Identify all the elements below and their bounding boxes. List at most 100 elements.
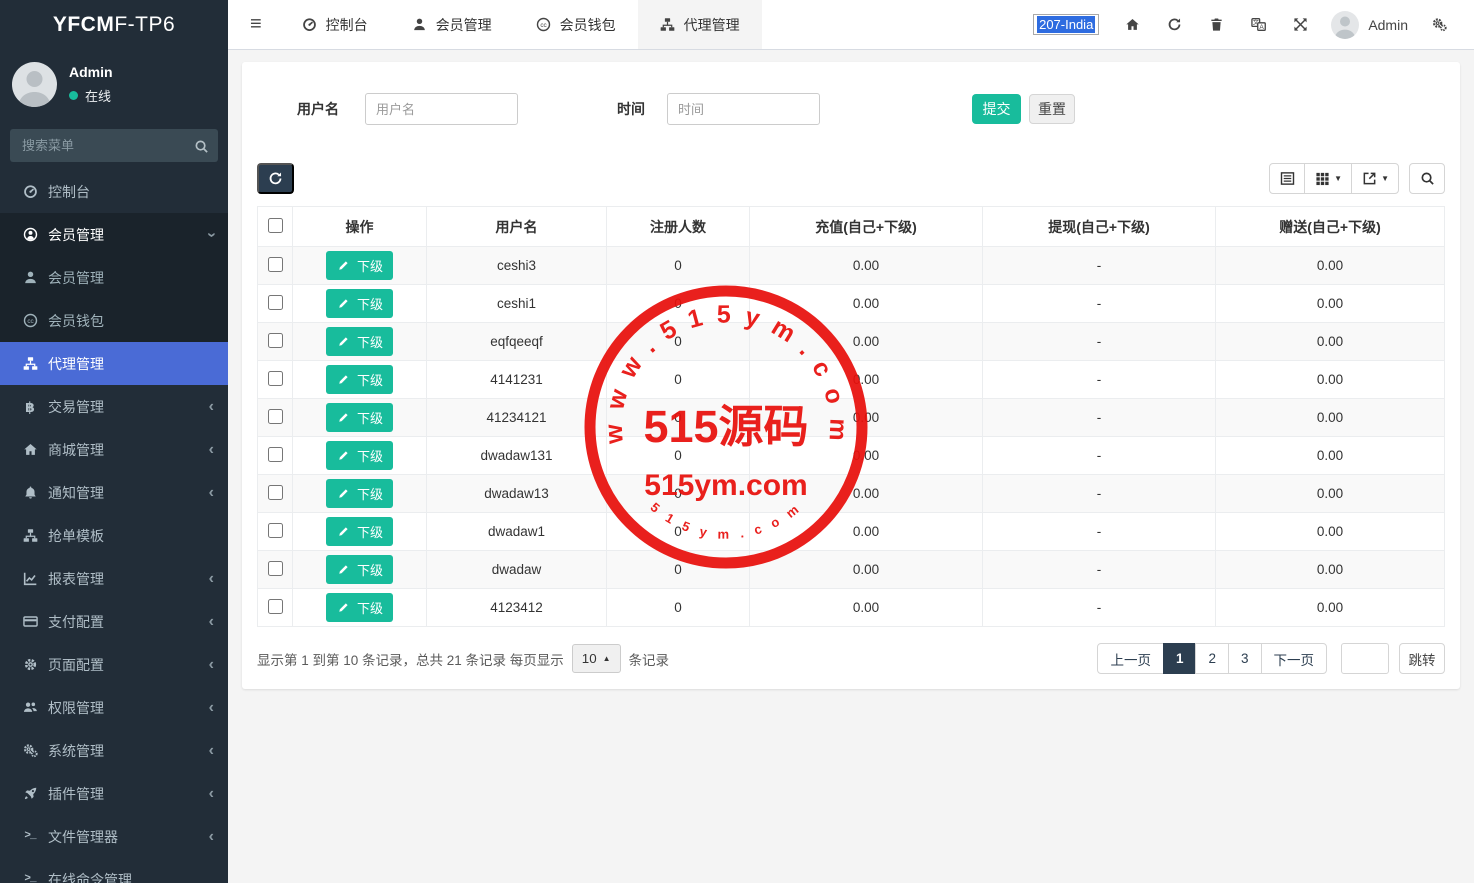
- sidebar-item-auth[interactable]: 权限管理‹: [0, 686, 228, 729]
- user-icon: [412, 17, 428, 33]
- sidebar-item-online-command[interactable]: >_在线命令管理: [0, 858, 228, 883]
- sublevel-button[interactable]: 下级: [326, 327, 393, 356]
- row-action-cell: 下级: [293, 285, 427, 323]
- sidebar-item-file-manager[interactable]: >_文件管理器‹: [0, 815, 228, 858]
- row-checkbox[interactable]: [268, 561, 283, 576]
- sidebar-item-notice[interactable]: 通知管理‹: [0, 471, 228, 514]
- page-button-1[interactable]: 1: [1163, 643, 1197, 674]
- tab-wallet[interactable]: cc会员钱包: [514, 0, 638, 49]
- sidebar-item-member[interactable]: 会员管理: [0, 256, 228, 299]
- select-all-checkbox[interactable]: [268, 218, 283, 233]
- search-icon: [1419, 171, 1435, 187]
- withdraw-cell: -: [983, 551, 1216, 589]
- row-checkbox[interactable]: [268, 333, 283, 348]
- sidebar-item-label: 系统管理: [48, 741, 104, 761]
- sublevel-button[interactable]: 下级: [326, 403, 393, 432]
- table-search-button[interactable]: [1409, 163, 1445, 194]
- page-button-prev[interactable]: 上一页: [1097, 643, 1164, 674]
- time-filter-input[interactable]: [667, 93, 820, 125]
- jump-button[interactable]: 跳转: [1399, 643, 1445, 674]
- page-button-3[interactable]: 3: [1228, 643, 1262, 674]
- jump-page-input[interactable]: [1341, 643, 1389, 674]
- tab-member[interactable]: 会员管理: [390, 0, 514, 49]
- row-select-cell: [258, 247, 293, 285]
- sidebar-item-plugin[interactable]: 插件管理‹: [0, 772, 228, 815]
- row-checkbox[interactable]: [268, 409, 283, 424]
- sidebar-item-order-template[interactable]: 抢单模板: [0, 514, 228, 557]
- columns-button[interactable]: ▼: [1304, 163, 1352, 194]
- page-size-value: 10: [582, 651, 597, 666]
- home-button[interactable]: [1111, 17, 1153, 33]
- user-status: 在线: [69, 86, 113, 105]
- sidebar-item-pay-config[interactable]: 支付配置‹: [0, 600, 228, 643]
- expand-icon: [1292, 17, 1308, 33]
- row-select-cell: [258, 513, 293, 551]
- page-size-dropdown[interactable]: 10 ▲: [572, 644, 621, 673]
- column-header-2: 注册人数: [607, 207, 750, 247]
- sidebar-item-member-group[interactable]: 会员管理‹: [0, 213, 228, 256]
- sublevel-button[interactable]: 下级: [326, 365, 393, 394]
- sidebar-item-agent[interactable]: 代理管理: [0, 342, 228, 385]
- username-cell: dwadaw131: [427, 437, 607, 475]
- row-checkbox[interactable]: [268, 485, 283, 500]
- trash-button[interactable]: [1195, 17, 1237, 33]
- row-select-cell: [258, 323, 293, 361]
- toggle-pagination-button[interactable]: [1269, 163, 1305, 194]
- sidebar-item-label: 在线命令管理: [48, 870, 132, 883]
- sidebar-search-input[interactable]: [10, 129, 218, 162]
- page-button-next[interactable]: 下一页: [1261, 643, 1328, 674]
- sidebar-item-mall[interactable]: 商城管理‹: [0, 428, 228, 471]
- sidebar-item-page-config[interactable]: 页面配置‹: [0, 643, 228, 686]
- table-refresh-button[interactable]: [257, 163, 294, 194]
- table-row: 下级ceshi300.00-0.00: [258, 247, 1445, 285]
- refresh-button[interactable]: [1153, 17, 1195, 33]
- pagination: 上一页123下一页: [1097, 643, 1327, 674]
- username-cell: eqfqeeqf: [427, 323, 607, 361]
- submit-button[interactable]: 提交: [972, 94, 1021, 124]
- sublevel-button[interactable]: 下级: [326, 441, 393, 470]
- sidebar-item-trade[interactable]: ฿交易管理‹: [0, 385, 228, 428]
- chevron-left-icon: ‹: [209, 484, 214, 501]
- row-select-cell: [258, 475, 293, 513]
- sublevel-button[interactable]: 下级: [326, 555, 393, 584]
- navbar-user-name[interactable]: Admin: [1368, 17, 1408, 33]
- fullscreen-button[interactable]: [1279, 17, 1321, 33]
- reset-button[interactable]: 重置: [1029, 94, 1075, 124]
- row-checkbox[interactable]: [268, 257, 283, 272]
- username-filter-input[interactable]: [365, 93, 518, 125]
- tab-agent[interactable]: 代理管理: [638, 0, 762, 49]
- home-icon: [22, 442, 38, 458]
- sidebar-item-report[interactable]: 报表管理‹: [0, 557, 228, 600]
- row-checkbox[interactable]: [268, 295, 283, 310]
- hamburger-menu-icon[interactable]: ≡: [228, 0, 280, 49]
- session-input[interactable]: 207-India: [1033, 14, 1099, 35]
- table-header-row: 操作用户名注册人数充值(自己+下级)提现(自己+下级)赠送(自己+下级): [258, 207, 1445, 247]
- recharge-cell: 0.00: [750, 399, 983, 437]
- sublevel-button[interactable]: 下级: [326, 517, 393, 546]
- sublevel-button[interactable]: 下级: [326, 479, 393, 508]
- settings-button[interactable]: [1418, 17, 1460, 33]
- sublevel-button[interactable]: 下级: [326, 251, 393, 280]
- table-row: 下级414123100.00-0.00: [258, 361, 1445, 399]
- sidebar-item-dashboard[interactable]: 控制台: [0, 170, 228, 213]
- navbar-right: 207-India 文A Admin: [1033, 0, 1474, 49]
- svg-text:A: A: [1259, 24, 1264, 31]
- sublevel-button[interactable]: 下级: [326, 593, 393, 622]
- sidebar-item-system[interactable]: 系统管理‹: [0, 729, 228, 772]
- export-button[interactable]: ▼: [1351, 163, 1399, 194]
- translate-button[interactable]: 文A: [1237, 17, 1279, 33]
- chart-icon: [22, 571, 38, 587]
- sidebar-item-label: 文件管理器: [48, 827, 118, 847]
- page-button-2[interactable]: 2: [1195, 643, 1229, 674]
- sidebar-item-wallet[interactable]: cc会员钱包: [0, 299, 228, 342]
- row-checkbox[interactable]: [268, 447, 283, 462]
- sublevel-button[interactable]: 下级: [326, 289, 393, 318]
- row-checkbox[interactable]: [268, 599, 283, 614]
- row-checkbox[interactable]: [268, 371, 283, 386]
- rocket-icon: [22, 786, 38, 802]
- row-checkbox[interactable]: [268, 523, 283, 538]
- tab-dashboard[interactable]: 控制台: [280, 0, 390, 49]
- cc-icon: cc: [22, 313, 38, 329]
- toolbar-button-group: ▼ ▼: [1269, 163, 1399, 194]
- navbar-avatar[interactable]: [1331, 11, 1359, 39]
